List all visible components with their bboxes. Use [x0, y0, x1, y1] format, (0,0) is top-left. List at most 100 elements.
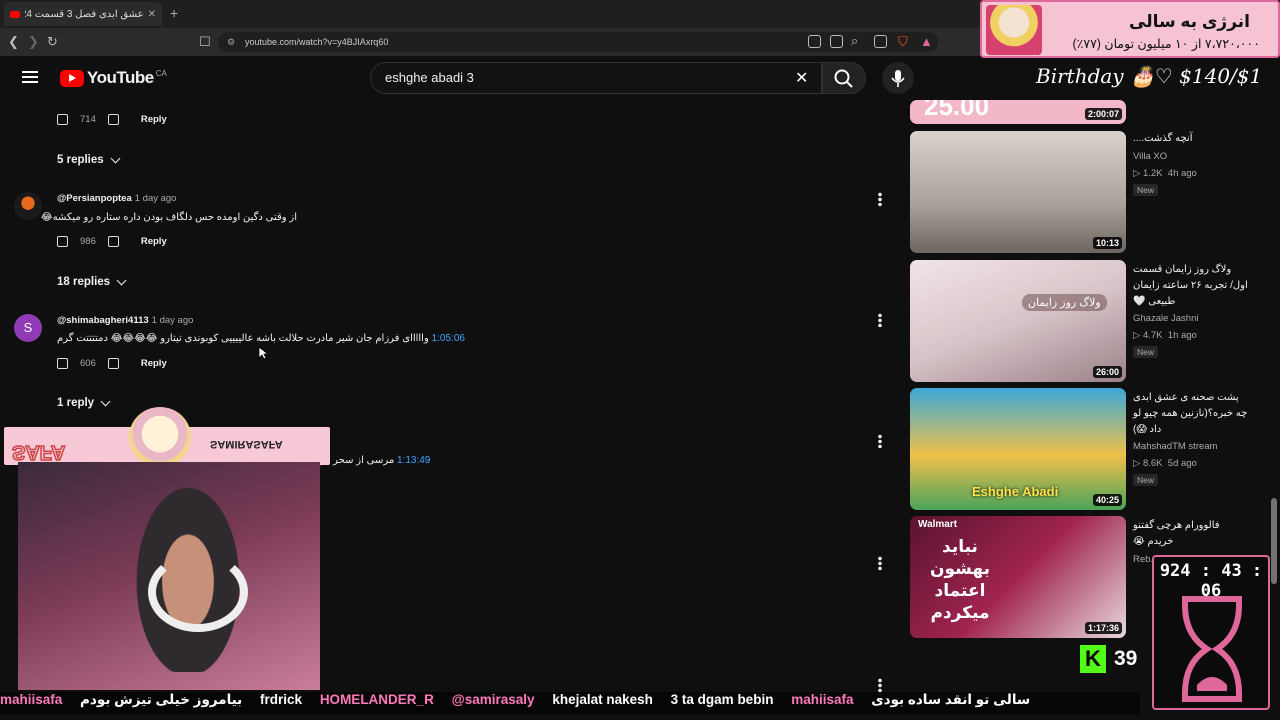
clear-search-icon[interactable]: ✕ — [795, 68, 808, 88]
chat-ticker: mahiisafa بیامروز خیلی تیزش بودم frdrick… — [0, 692, 1140, 714]
timestamp-link[interactable]: 1:13:49 — [397, 455, 430, 466]
search-button[interactable] — [822, 62, 866, 94]
mic-icon — [891, 70, 905, 87]
bookmark-icon[interactable]: ☐ — [199, 34, 211, 50]
reply-button[interactable]: Reply — [141, 358, 167, 369]
view-count: 8.6K — [1142, 458, 1163, 469]
like-icon[interactable] — [57, 358, 68, 369]
menu-icon[interactable] — [22, 71, 38, 83]
scrollbar-thumb[interactable] — [1271, 498, 1277, 584]
channel-name[interactable]: MahshadTM stream — [1133, 441, 1217, 452]
dislike-icon[interactable] — [107, 236, 119, 247]
comment-author[interactable]: @Persianpoptea 1 day ago — [57, 193, 176, 204]
replies-label: 1 reply — [57, 397, 95, 409]
comment-text: از وقتی دگین اومده حس دلگاف بودن داره ست… — [40, 212, 297, 223]
share-icon[interactable] — [874, 35, 887, 48]
chevron-down-icon — [110, 153, 121, 163]
upload-age: 5d ago — [1167, 458, 1197, 469]
youtube-play-icon — [60, 69, 84, 87]
new-tab-icon[interactable]: + — [170, 5, 178, 21]
comment-time[interactable]: 1 day ago — [152, 315, 194, 326]
like-icon[interactable] — [57, 236, 68, 247]
video-thumbnail[interactable]: ولاگ روز زایمان 26:00 — [910, 260, 1126, 382]
reply-button[interactable]: Reply — [141, 114, 167, 125]
goal-title: انرژی به سالی — [1129, 12, 1250, 31]
comment-menu-icon[interactable] — [878, 313, 882, 327]
ticker-item: @samirasaly — [451, 692, 535, 707]
subathon-timer: 924 : 43 : 06 — [1152, 555, 1270, 710]
like-icon[interactable] — [57, 114, 68, 125]
cast-icon[interactable] — [830, 35, 843, 48]
replies-label: 5 replies — [57, 154, 104, 166]
brave-shield-icon[interactable]: ⛉ — [898, 34, 908, 50]
voice-search-button[interactable] — [882, 62, 914, 94]
ticker-item: 3 ta dgam bebin — [670, 692, 774, 707]
ticker-item: frdrick — [260, 692, 303, 707]
video-title[interactable]: فالوورام هرچی گفتنو خریدم 😭 — [1133, 518, 1248, 550]
comment-time[interactable]: 1 day ago — [135, 193, 177, 204]
comment-menu-icon[interactable] — [878, 434, 882, 448]
streamer-avatar-icon — [986, 5, 1042, 55]
video-title[interactable]: پشت صحنه ی عشق ابدی چه خبره؟(نازنین همه … — [1133, 390, 1248, 438]
dislike-icon[interactable] — [107, 358, 119, 369]
video-duration: 26:00 — [1092, 366, 1122, 378]
zoom-icon[interactable]: ⌕ — [851, 33, 858, 49]
webcam-overlay — [18, 462, 320, 690]
video-title[interactable]: ولاگ روز زایمان قسمت اول/ تجربه ۲۶ ساعته… — [1133, 262, 1248, 310]
dislike-icon[interactable] — [107, 114, 119, 125]
search-input[interactable]: eshghe abadi 3 — [370, 62, 822, 94]
rewards-icon[interactable]: ▲ — [920, 34, 933, 49]
video-stats: ▷ 8.6K 5d ago — [1133, 458, 1197, 469]
reply-button[interactable]: Reply — [141, 236, 167, 247]
author-name[interactable]: @Persianpoptea — [57, 193, 132, 204]
show-replies-button[interactable]: 18 replies — [57, 275, 127, 288]
avatar[interactable] — [14, 192, 42, 220]
channel-name[interactable]: Villa XO — [1133, 151, 1167, 162]
logo-text: YouTube — [87, 68, 154, 87]
back-icon[interactable]: ❮ — [8, 34, 19, 50]
upload-age: 4h ago — [1167, 168, 1197, 179]
comment-menu-icon[interactable] — [878, 678, 882, 692]
kick-viewer-count: K 39 — [1080, 645, 1137, 673]
donation-goal-banner: انرژی به سالی ۷،۷۲۰،۰۰۰ از ۱۰ میلیون توم… — [980, 0, 1280, 58]
goal-progress: ۷،۷۲۰،۰۰۰ از ۱۰ میلیون تومان (۷۷٪) — [1072, 37, 1260, 51]
show-replies-button[interactable]: 1 reply — [57, 396, 111, 409]
streamer-name-bar: SAFA SAMIRASAFA — [4, 407, 330, 467]
video-thumbnail[interactable]: Eshghe Abadi 40:25 — [910, 388, 1126, 510]
country-code: CA — [155, 68, 167, 78]
comment-menu-icon[interactable] — [878, 556, 882, 570]
video-title[interactable]: آنچه گذشت.... — [1133, 131, 1248, 147]
mouse-cursor-icon — [258, 346, 268, 360]
thumbnail-text: Eshghe Abadi — [972, 484, 1059, 499]
ticker-item: بیامروز خیلی تیزش بودم — [80, 692, 243, 707]
url-text: youtube.com/watch?v=y4BJIAxrq60 — [245, 37, 389, 47]
channel-name[interactable]: Ghazale Jashni — [1133, 313, 1198, 324]
forward-icon[interactable]: ❯ — [28, 34, 39, 50]
video-duration: 2:00:07 — [1084, 108, 1122, 120]
show-replies-button[interactable]: 5 replies — [57, 153, 121, 166]
extension-icon[interactable] — [808, 35, 821, 48]
comment-author[interactable]: @shimabagheri4113 1 day ago — [57, 315, 193, 326]
like-count: 606 — [80, 358, 96, 369]
thumbnail-text: 25.00 — [924, 100, 990, 121]
video-thumbnail[interactable]: 25.00 2:00:07 — [910, 100, 1126, 124]
video-stats: ▷ 1.2K 4h ago — [1133, 168, 1197, 179]
youtube-logo[interactable]: YouTube CA — [60, 68, 167, 88]
timestamp-link[interactable]: 1:05:06 — [432, 333, 465, 344]
reload-icon[interactable]: ↻ — [47, 34, 58, 50]
comment-menu-icon[interactable] — [878, 192, 882, 206]
video-duration: 40:25 — [1092, 494, 1122, 506]
browser-tab[interactable]: عشق ابدی فصل 3 قسمت 24 - be ✕ — [4, 2, 162, 26]
thumbnail-text: نباید بهشون اعتماد میکردم — [929, 537, 991, 622]
streamer-logo: SAFA — [11, 440, 66, 464]
comment-text: 1:05:06 وااااای فرزام جان شیر مادرت حلال… — [57, 333, 467, 344]
mascot-icon — [129, 407, 191, 467]
close-tab-icon[interactable]: ✕ — [148, 9, 156, 20]
site-info-icon[interactable]: ⚙ — [227, 32, 235, 52]
ticker-item: سالی تو انقد ساده بودی — [871, 692, 1031, 707]
avatar[interactable]: S — [14, 314, 42, 342]
video-thumbnail[interactable]: Walmart نباید بهشون اعتماد میکردم 1:17:3… — [910, 516, 1126, 638]
search-icon — [834, 69, 853, 88]
video-thumbnail[interactable]: 10:13 — [910, 131, 1126, 253]
author-name[interactable]: @shimabagheri4113 — [57, 315, 149, 326]
